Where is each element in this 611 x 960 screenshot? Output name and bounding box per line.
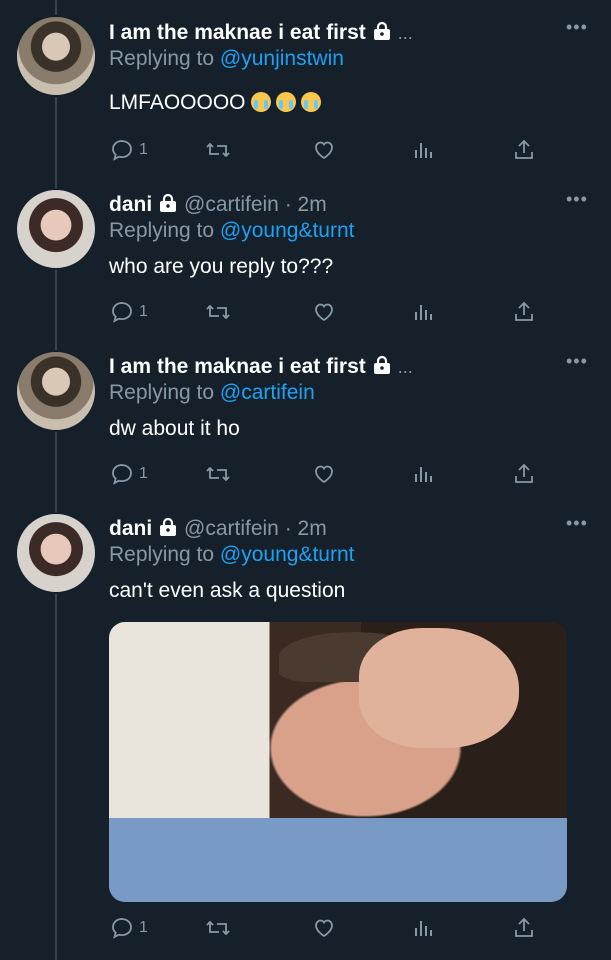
truncation-ellipsis: ... — [397, 23, 413, 43]
mention-link[interactable]: @yunjinstwin — [220, 47, 344, 70]
mention-link[interactable]: @cartifein — [220, 381, 315, 404]
tweet-header: dani @cartifein · 2m — [109, 192, 327, 218]
crying-face-emoji-icon — [275, 92, 296, 112]
replying-to-label: Replying to — [109, 543, 215, 566]
share-button[interactable] — [512, 460, 536, 488]
retweet-icon — [206, 304, 230, 320]
analytics-icon — [415, 143, 432, 158]
share-icon — [515, 917, 533, 937]
tweet-text: LMFAOOOOO — [109, 90, 321, 116]
more-options-icon[interactable]: ••• — [566, 190, 588, 208]
retweet-button[interactable] — [205, 460, 231, 488]
retweet-button[interactable] — [205, 914, 231, 942]
tweet-header: I am the maknae i eat first... — [109, 20, 413, 46]
timestamp[interactable]: · 2m — [285, 517, 327, 540]
action-bar: 1 — [100, 136, 550, 166]
mention-link[interactable]: @young&turnt — [220, 543, 355, 566]
retweet-icon — [206, 142, 230, 158]
reply-button[interactable]: 1 — [110, 460, 148, 488]
heart-icon — [315, 465, 333, 484]
mention-link[interactable]: @young&turnt — [220, 219, 355, 242]
crying-face-emoji-icon — [300, 92, 321, 112]
retweet-button[interactable] — [205, 136, 231, 164]
replying-to: Replying to @yunjinstwin — [109, 46, 344, 72]
replying-to: Replying to @young&turnt — [109, 218, 354, 244]
like-button[interactable] — [312, 298, 336, 326]
tweet[interactable]: I am the maknae i eat first... ••• Reply… — [0, 0, 611, 180]
analytics-icon — [415, 467, 432, 482]
tweet-header: I am the maknae i eat first... — [109, 354, 413, 380]
like-button[interactable] — [312, 136, 336, 164]
more-options-icon[interactable]: ••• — [566, 514, 588, 532]
display-name[interactable]: I am the maknae i eat first — [109, 355, 366, 378]
analytics-button[interactable] — [413, 914, 435, 942]
action-bar: 1 — [100, 914, 550, 944]
share-icon — [515, 301, 533, 321]
tweet[interactable]: I am the maknae i eat first... ••• Reply… — [0, 334, 611, 504]
action-bar: 1 — [100, 460, 550, 490]
tweet-header: dani @cartifein · 2m — [109, 516, 327, 542]
avatar[interactable] — [15, 188, 97, 270]
retweet-button[interactable] — [205, 298, 231, 326]
tweet-text: can't even ask a question — [109, 579, 346, 602]
reply-icon — [112, 464, 132, 485]
avatar[interactable] — [15, 350, 97, 432]
lock-icon — [373, 355, 390, 374]
reply-icon — [112, 918, 132, 939]
crying-face-emoji-icon — [250, 92, 271, 112]
more-options-icon[interactable]: ••• — [566, 352, 588, 370]
tweet-photo[interactable] — [109, 622, 567, 902]
more-options-icon[interactable]: ••• — [566, 18, 588, 36]
timestamp[interactable]: · 2m — [285, 193, 327, 216]
reply-count: 1 — [139, 141, 148, 158]
heart-icon — [315, 919, 333, 938]
tweet-text: dw about it ho — [109, 417, 240, 440]
heart-icon — [315, 141, 333, 160]
tweet-text: who are you reply to??? — [109, 255, 334, 278]
reply-count: 1 — [139, 919, 148, 936]
reply-button[interactable]: 1 — [110, 298, 148, 326]
analytics-button[interactable] — [413, 460, 435, 488]
display-name[interactable]: dani — [109, 193, 152, 216]
retweet-icon — [206, 466, 230, 482]
display-name[interactable]: I am the maknae i eat first — [109, 21, 366, 44]
reply-count: 1 — [139, 465, 148, 482]
share-icon — [515, 139, 533, 159]
tweet-text-content: LMFAOOOOO — [109, 91, 246, 114]
reply-icon — [112, 140, 132, 161]
reply-button[interactable]: 1 — [110, 136, 148, 164]
display-name[interactable]: dani — [109, 517, 152, 540]
share-icon — [515, 463, 533, 483]
reply-icon — [112, 302, 132, 323]
avatar[interactable] — [15, 512, 97, 594]
replying-to-label: Replying to — [109, 381, 215, 404]
handle[interactable]: @cartifein — [184, 193, 279, 216]
analytics-button[interactable] — [413, 136, 435, 164]
share-button[interactable] — [512, 298, 536, 326]
heart-icon — [315, 303, 333, 322]
tweet[interactable]: dani @cartifein · 2m ••• Replying to @yo… — [0, 172, 611, 342]
share-button[interactable] — [512, 136, 536, 164]
handle[interactable]: @cartifein — [184, 517, 279, 540]
analytics-icon — [415, 921, 432, 936]
replying-to-label: Replying to — [109, 47, 215, 70]
analytics-button[interactable] — [413, 298, 435, 326]
photo-detail — [359, 628, 519, 748]
reply-count: 1 — [139, 303, 148, 320]
lock-icon — [373, 21, 390, 40]
avatar[interactable] — [15, 15, 97, 97]
replying-to: Replying to @young&turnt — [109, 542, 354, 568]
like-button[interactable] — [312, 460, 336, 488]
analytics-icon — [415, 305, 432, 320]
share-button[interactable] — [512, 914, 536, 942]
truncation-ellipsis: ... — [397, 357, 413, 377]
like-button[interactable] — [312, 914, 336, 942]
action-bar: 1 — [100, 298, 550, 328]
lock-icon — [160, 517, 177, 536]
replying-to-label: Replying to — [109, 219, 215, 242]
reply-button[interactable]: 1 — [110, 914, 148, 942]
replying-to: Replying to @cartifein — [109, 380, 315, 406]
retweet-icon — [206, 920, 230, 936]
lock-icon — [160, 193, 177, 212]
